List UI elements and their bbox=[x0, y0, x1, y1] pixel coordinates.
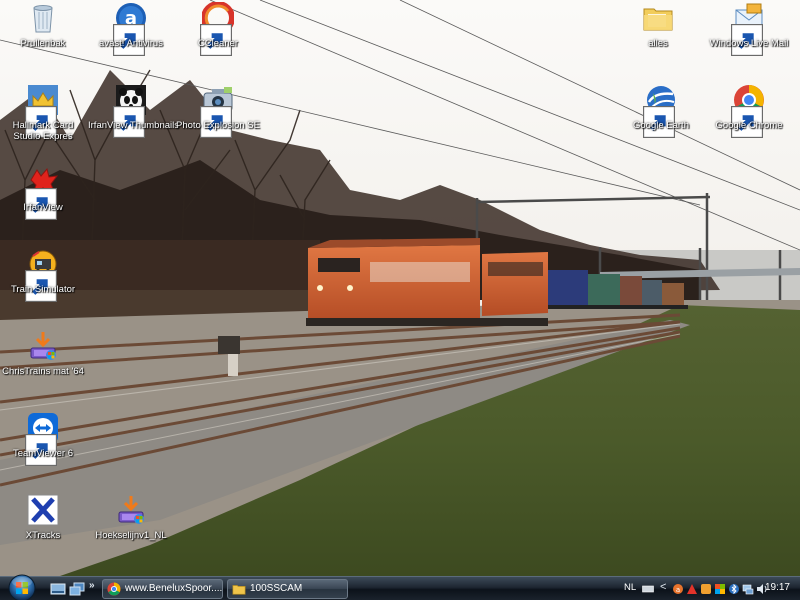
desktop-icon-recycle-bin[interactable]: Prullenbak bbox=[0, 2, 86, 72]
desktop-icon-irfanview-thumbnails[interactable]: IrfanView Thumbnails bbox=[88, 84, 180, 154]
desktop-icon-label: IrfanView Thumbnails bbox=[88, 120, 180, 131]
panda-icon bbox=[113, 84, 147, 138]
warning-icon[interactable] bbox=[686, 582, 698, 594]
desktop-icon-label: Hoekselijnv1_NL bbox=[95, 530, 167, 541]
desktop-icon-teamviewer[interactable]: TeamViewer 6 bbox=[0, 412, 86, 482]
switch-windows-icon[interactable] bbox=[69, 581, 85, 597]
desktop-icon-windows-live-mail[interactable]: Windows Live Mail bbox=[706, 2, 792, 72]
folder-icon bbox=[232, 582, 246, 596]
svg-text:a: a bbox=[676, 586, 680, 594]
network-icon[interactable] bbox=[742, 582, 754, 595]
desktop-icon-label: Google Chrome bbox=[715, 120, 783, 131]
desktop-icon-christrains[interactable]: ChrisTrains mat '64 bbox=[0, 330, 86, 400]
desktop-icon-label: CCleaner bbox=[197, 38, 239, 49]
shortcut-arrow-icon bbox=[25, 270, 57, 302]
folder-icon bbox=[642, 2, 674, 34]
language-indicator[interactable]: NL bbox=[624, 582, 636, 593]
desktop-icon-photo-explosion[interactable]: Photo Explosion SE bbox=[175, 84, 261, 154]
show-desktop-icon[interactable] bbox=[50, 581, 66, 597]
task-button-browser[interactable]: www.BeneluxSpoor.... bbox=[102, 579, 223, 599]
task-label: 100SSCAM bbox=[250, 583, 303, 594]
teamviewer-icon bbox=[25, 412, 59, 466]
shortcut-arrow-icon bbox=[113, 106, 145, 138]
desktop-icon-label: XTracks bbox=[25, 530, 61, 541]
desktop-icon-label: Prullenbak bbox=[20, 38, 66, 49]
keyboard-icon[interactable] bbox=[642, 582, 654, 594]
desktop-icon-label: alles bbox=[648, 38, 668, 49]
desktop-icon-label: TeamViewer 6 bbox=[12, 448, 74, 459]
shortcut-arrow-icon bbox=[200, 106, 232, 138]
chrome-icon bbox=[107, 582, 121, 596]
shortcut-arrow-icon bbox=[643, 106, 675, 138]
train-simulator-icon bbox=[25, 248, 59, 302]
avast-icon: a bbox=[113, 2, 147, 56]
update-icon[interactable] bbox=[700, 582, 712, 594]
shortcut-arrow-icon bbox=[731, 24, 763, 56]
avast-tray-icon[interactable]: a bbox=[672, 582, 684, 594]
desktop-icon-label: IrfanView bbox=[23, 202, 63, 213]
desktop-icon-train-simulator[interactable]: Train Simulator bbox=[0, 248, 86, 318]
task-label: www.BeneluxSpoor.... bbox=[125, 583, 223, 594]
chrome-icon bbox=[731, 84, 765, 138]
shortcut-arrow-icon bbox=[25, 434, 57, 466]
bluetooth-icon[interactable] bbox=[728, 582, 740, 595]
installer-icon bbox=[27, 330, 59, 362]
red-cat-icon bbox=[25, 166, 59, 220]
desktop-icon-label: Google Earth bbox=[633, 120, 689, 131]
task-button-folder[interactable]: 100SSCAM bbox=[227, 579, 348, 599]
desktop-icon-xtracks[interactable]: XTracks bbox=[0, 494, 86, 564]
shortcut-arrow-icon bbox=[731, 106, 763, 138]
google-earth-icon bbox=[643, 84, 677, 138]
shortcut-arrow-icon bbox=[113, 24, 145, 56]
desktop-icon-alles[interactable]: alles bbox=[615, 2, 701, 72]
desktop-icon-label: avast! Antivirus bbox=[99, 38, 163, 49]
shortcut-arrow-icon bbox=[200, 24, 232, 56]
quick-launch-overflow[interactable]: » bbox=[89, 580, 95, 591]
windows-orb-icon bbox=[8, 574, 36, 600]
taskbar: » www.BeneluxSpoor.... 100SSCAM NL < a 1… bbox=[0, 573, 800, 600]
desktop-icon-irfanview[interactable]: IrfanView bbox=[0, 166, 86, 236]
show-hidden-icons-chevron[interactable]: < bbox=[660, 581, 672, 593]
desktop-icon-hallmark[interactable]: Hallmark Card Studio Expres bbox=[0, 84, 86, 154]
desktop-icon-hoekselijn[interactable]: Hoekselijnv1_NL bbox=[88, 494, 174, 564]
desktop-icon-label: Photo Explosion SE bbox=[176, 120, 260, 131]
desktop[interactable]: Prullenbak a avast! Antivirus CCleaner alles… bbox=[0, 0, 800, 576]
security-icon[interactable] bbox=[714, 582, 726, 594]
shortcut-arrow-icon bbox=[25, 106, 57, 138]
camera-icon bbox=[200, 84, 234, 138]
desktop-icon-label: Hallmark Card Studio Expres bbox=[12, 120, 74, 142]
desktop-icon-label: ChrisTrains mat '64 bbox=[2, 366, 84, 377]
desktop-icon-label: Windows Live Mail bbox=[709, 38, 789, 49]
desktop-icon-google-earth[interactable]: Google Earth bbox=[618, 84, 704, 154]
notification-area: NL < a 19:17 bbox=[620, 577, 800, 600]
hallmark-crown-icon bbox=[25, 84, 59, 138]
installer-icon bbox=[115, 494, 147, 526]
shortcut-arrow-icon bbox=[25, 188, 57, 220]
desktop-icon-ccleaner[interactable]: CCleaner bbox=[175, 2, 261, 72]
clock[interactable]: 19:17 bbox=[765, 582, 790, 593]
recycle-bin-icon bbox=[27, 2, 59, 34]
desktop-icon-avast[interactable]: a avast! Antivirus bbox=[88, 2, 174, 72]
desktop-icon-google-chrome[interactable]: Google Chrome bbox=[706, 84, 792, 154]
windows-live-mail-icon bbox=[731, 2, 765, 56]
ccleaner-icon bbox=[200, 2, 234, 56]
desktop-icon-label: Train Simulator bbox=[10, 284, 76, 295]
xtracks-icon bbox=[27, 494, 59, 526]
quick-launch bbox=[48, 581, 88, 597]
start-button[interactable] bbox=[6, 573, 38, 600]
